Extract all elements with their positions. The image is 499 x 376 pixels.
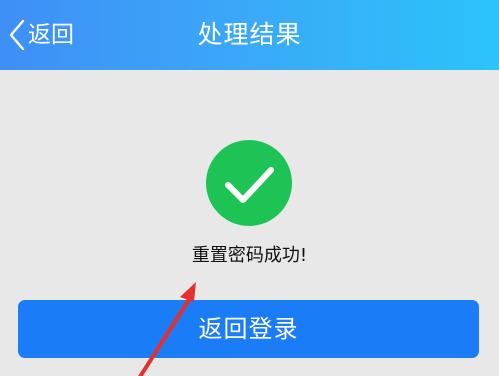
result-page: 返回 处理结果 重置密码成功! 返回登录 xyxy=(0,0,499,376)
page-title: 处理结果 xyxy=(197,20,302,49)
result-message: 重置密码成功! xyxy=(191,245,308,266)
header-bar: 返回 处理结果 xyxy=(0,0,499,70)
return-login-button[interactable]: 返回登录 xyxy=(18,300,479,358)
check-circle-icon xyxy=(206,140,292,226)
